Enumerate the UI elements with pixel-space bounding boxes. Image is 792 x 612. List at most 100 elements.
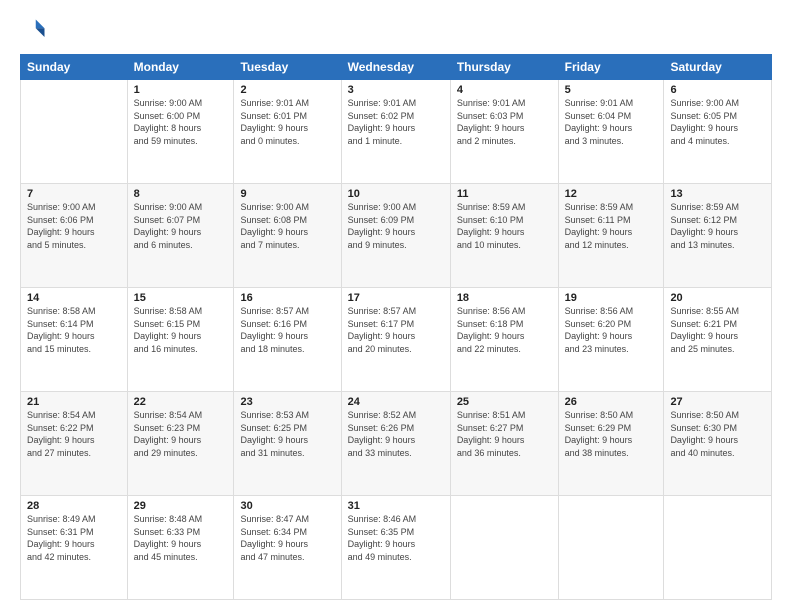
day-number: 12 bbox=[565, 188, 658, 200]
day-info: Sunrise: 8:54 AM Sunset: 6:22 PM Dayligh… bbox=[27, 409, 121, 459]
day-number: 16 bbox=[240, 292, 334, 304]
calendar-week-3: 14Sunrise: 8:58 AM Sunset: 6:14 PM Dayli… bbox=[21, 288, 772, 392]
day-number: 18 bbox=[457, 292, 552, 304]
calendar-cell: 20Sunrise: 8:55 AM Sunset: 6:21 PM Dayli… bbox=[664, 288, 772, 392]
header-row: SundayMondayTuesdayWednesdayThursdayFrid… bbox=[21, 55, 772, 80]
calendar-week-2: 7Sunrise: 9:00 AM Sunset: 6:06 PM Daylig… bbox=[21, 184, 772, 288]
calendar-cell bbox=[450, 496, 558, 600]
calendar-cell: 13Sunrise: 8:59 AM Sunset: 6:12 PM Dayli… bbox=[664, 184, 772, 288]
day-number: 6 bbox=[670, 84, 765, 96]
calendar-cell bbox=[558, 496, 664, 600]
day-info: Sunrise: 8:53 AM Sunset: 6:25 PM Dayligh… bbox=[240, 409, 334, 459]
day-number: 15 bbox=[134, 292, 228, 304]
weekday-header-monday: Monday bbox=[127, 55, 234, 80]
day-number: 22 bbox=[134, 396, 228, 408]
day-info: Sunrise: 8:49 AM Sunset: 6:31 PM Dayligh… bbox=[27, 513, 121, 563]
logo bbox=[20, 16, 52, 44]
calendar-cell: 5Sunrise: 9:01 AM Sunset: 6:04 PM Daylig… bbox=[558, 80, 664, 184]
calendar-cell: 19Sunrise: 8:56 AM Sunset: 6:20 PM Dayli… bbox=[558, 288, 664, 392]
day-number: 30 bbox=[240, 500, 334, 512]
calendar-cell: 17Sunrise: 8:57 AM Sunset: 6:17 PM Dayli… bbox=[341, 288, 450, 392]
day-number: 26 bbox=[565, 396, 658, 408]
day-info: Sunrise: 9:01 AM Sunset: 6:02 PM Dayligh… bbox=[348, 97, 444, 147]
calendar-cell: 18Sunrise: 8:56 AM Sunset: 6:18 PM Dayli… bbox=[450, 288, 558, 392]
calendar-cell: 7Sunrise: 9:00 AM Sunset: 6:06 PM Daylig… bbox=[21, 184, 128, 288]
calendar-cell: 26Sunrise: 8:50 AM Sunset: 6:29 PM Dayli… bbox=[558, 392, 664, 496]
calendar-body: 1Sunrise: 9:00 AM Sunset: 6:00 PM Daylig… bbox=[21, 80, 772, 600]
page: SundayMondayTuesdayWednesdayThursdayFrid… bbox=[0, 0, 792, 612]
calendar-cell: 8Sunrise: 9:00 AM Sunset: 6:07 PM Daylig… bbox=[127, 184, 234, 288]
day-number: 19 bbox=[565, 292, 658, 304]
day-info: Sunrise: 9:00 AM Sunset: 6:05 PM Dayligh… bbox=[670, 97, 765, 147]
calendar-cell: 10Sunrise: 9:00 AM Sunset: 6:09 PM Dayli… bbox=[341, 184, 450, 288]
calendar-cell: 29Sunrise: 8:48 AM Sunset: 6:33 PM Dayli… bbox=[127, 496, 234, 600]
calendar-cell: 27Sunrise: 8:50 AM Sunset: 6:30 PM Dayli… bbox=[664, 392, 772, 496]
day-info: Sunrise: 8:57 AM Sunset: 6:16 PM Dayligh… bbox=[240, 305, 334, 355]
day-info: Sunrise: 8:55 AM Sunset: 6:21 PM Dayligh… bbox=[670, 305, 765, 355]
calendar-week-4: 21Sunrise: 8:54 AM Sunset: 6:22 PM Dayli… bbox=[21, 392, 772, 496]
calendar-cell: 28Sunrise: 8:49 AM Sunset: 6:31 PM Dayli… bbox=[21, 496, 128, 600]
calendar-table: SundayMondayTuesdayWednesdayThursdayFrid… bbox=[20, 54, 772, 600]
day-number: 27 bbox=[670, 396, 765, 408]
weekday-header-tuesday: Tuesday bbox=[234, 55, 341, 80]
calendar-header: SundayMondayTuesdayWednesdayThursdayFrid… bbox=[21, 55, 772, 80]
day-info: Sunrise: 8:56 AM Sunset: 6:18 PM Dayligh… bbox=[457, 305, 552, 355]
calendar-cell bbox=[664, 496, 772, 600]
weekday-header-saturday: Saturday bbox=[664, 55, 772, 80]
weekday-header-friday: Friday bbox=[558, 55, 664, 80]
day-number: 9 bbox=[240, 188, 334, 200]
calendar-cell: 9Sunrise: 9:00 AM Sunset: 6:08 PM Daylig… bbox=[234, 184, 341, 288]
day-info: Sunrise: 9:01 AM Sunset: 6:04 PM Dayligh… bbox=[565, 97, 658, 147]
day-number: 20 bbox=[670, 292, 765, 304]
day-number: 10 bbox=[348, 188, 444, 200]
day-number: 1 bbox=[134, 84, 228, 96]
day-number: 24 bbox=[348, 396, 444, 408]
day-number: 29 bbox=[134, 500, 228, 512]
day-info: Sunrise: 8:59 AM Sunset: 6:12 PM Dayligh… bbox=[670, 201, 765, 251]
day-number: 21 bbox=[27, 396, 121, 408]
calendar-cell: 16Sunrise: 8:57 AM Sunset: 6:16 PM Dayli… bbox=[234, 288, 341, 392]
calendar-cell: 30Sunrise: 8:47 AM Sunset: 6:34 PM Dayli… bbox=[234, 496, 341, 600]
day-info: Sunrise: 9:00 AM Sunset: 6:06 PM Dayligh… bbox=[27, 201, 121, 251]
logo-icon bbox=[20, 16, 48, 44]
day-info: Sunrise: 8:51 AM Sunset: 6:27 PM Dayligh… bbox=[457, 409, 552, 459]
day-info: Sunrise: 8:50 AM Sunset: 6:30 PM Dayligh… bbox=[670, 409, 765, 459]
calendar-cell: 14Sunrise: 8:58 AM Sunset: 6:14 PM Dayli… bbox=[21, 288, 128, 392]
calendar-cell: 2Sunrise: 9:01 AM Sunset: 6:01 PM Daylig… bbox=[234, 80, 341, 184]
calendar-cell: 1Sunrise: 9:00 AM Sunset: 6:00 PM Daylig… bbox=[127, 80, 234, 184]
calendar-cell: 25Sunrise: 8:51 AM Sunset: 6:27 PM Dayli… bbox=[450, 392, 558, 496]
day-info: Sunrise: 8:56 AM Sunset: 6:20 PM Dayligh… bbox=[565, 305, 658, 355]
calendar-week-5: 28Sunrise: 8:49 AM Sunset: 6:31 PM Dayli… bbox=[21, 496, 772, 600]
calendar: SundayMondayTuesdayWednesdayThursdayFrid… bbox=[20, 54, 772, 600]
day-info: Sunrise: 8:59 AM Sunset: 6:10 PM Dayligh… bbox=[457, 201, 552, 251]
day-number: 2 bbox=[240, 84, 334, 96]
day-info: Sunrise: 9:00 AM Sunset: 6:09 PM Dayligh… bbox=[348, 201, 444, 251]
calendar-cell: 4Sunrise: 9:01 AM Sunset: 6:03 PM Daylig… bbox=[450, 80, 558, 184]
day-info: Sunrise: 8:46 AM Sunset: 6:35 PM Dayligh… bbox=[348, 513, 444, 563]
day-info: Sunrise: 8:58 AM Sunset: 6:15 PM Dayligh… bbox=[134, 305, 228, 355]
calendar-cell: 15Sunrise: 8:58 AM Sunset: 6:15 PM Dayli… bbox=[127, 288, 234, 392]
calendar-cell: 31Sunrise: 8:46 AM Sunset: 6:35 PM Dayli… bbox=[341, 496, 450, 600]
day-number: 28 bbox=[27, 500, 121, 512]
day-number: 17 bbox=[348, 292, 444, 304]
day-info: Sunrise: 8:52 AM Sunset: 6:26 PM Dayligh… bbox=[348, 409, 444, 459]
day-info: Sunrise: 8:59 AM Sunset: 6:11 PM Dayligh… bbox=[565, 201, 658, 251]
day-info: Sunrise: 8:50 AM Sunset: 6:29 PM Dayligh… bbox=[565, 409, 658, 459]
day-number: 7 bbox=[27, 188, 121, 200]
day-number: 3 bbox=[348, 84, 444, 96]
weekday-header-sunday: Sunday bbox=[21, 55, 128, 80]
day-info: Sunrise: 8:54 AM Sunset: 6:23 PM Dayligh… bbox=[134, 409, 228, 459]
day-number: 4 bbox=[457, 84, 552, 96]
weekday-header-thursday: Thursday bbox=[450, 55, 558, 80]
day-number: 14 bbox=[27, 292, 121, 304]
day-number: 8 bbox=[134, 188, 228, 200]
day-info: Sunrise: 9:01 AM Sunset: 6:03 PM Dayligh… bbox=[457, 97, 552, 147]
day-info: Sunrise: 8:57 AM Sunset: 6:17 PM Dayligh… bbox=[348, 305, 444, 355]
calendar-cell: 21Sunrise: 8:54 AM Sunset: 6:22 PM Dayli… bbox=[21, 392, 128, 496]
calendar-cell bbox=[21, 80, 128, 184]
day-number: 31 bbox=[348, 500, 444, 512]
day-number: 13 bbox=[670, 188, 765, 200]
calendar-cell: 22Sunrise: 8:54 AM Sunset: 6:23 PM Dayli… bbox=[127, 392, 234, 496]
weekday-header-wednesday: Wednesday bbox=[341, 55, 450, 80]
day-info: Sunrise: 8:48 AM Sunset: 6:33 PM Dayligh… bbox=[134, 513, 228, 563]
